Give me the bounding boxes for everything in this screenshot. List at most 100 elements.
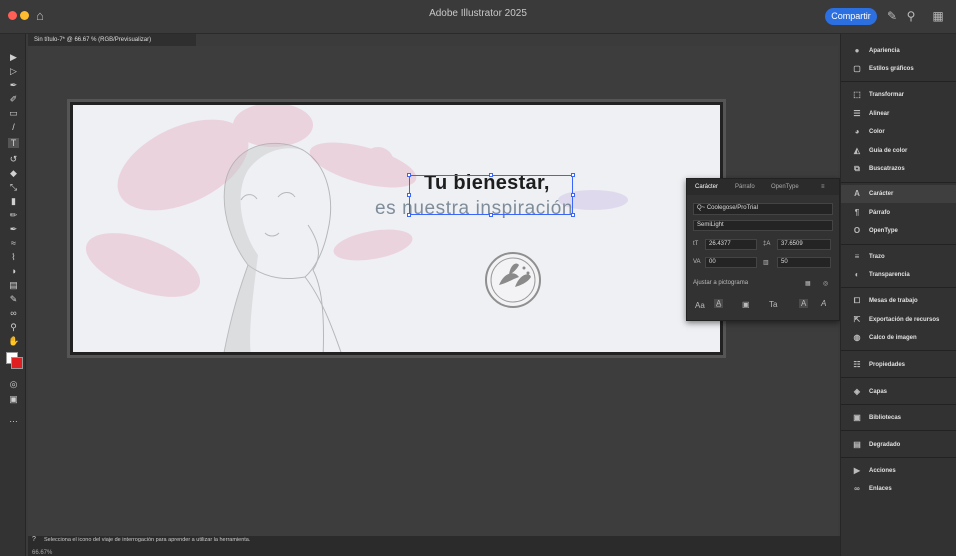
- workspace-icon[interactable]: ▦: [930, 8, 946, 24]
- panel-exportacion-de-recursos[interactable]: ⇱ Exportación de recursos: [841, 311, 956, 329]
- typo-a-icon[interactable]: A: [799, 299, 809, 308]
- brush-tool-icon[interactable]: ✒: [8, 224, 19, 234]
- more-tools-icon[interactable]: …: [8, 414, 19, 424]
- direct-selection-tool-icon[interactable]: ▷: [8, 66, 19, 76]
- shaper-tool-icon[interactable]: ◆: [8, 168, 19, 178]
- shape-builder-tool-icon[interactable]: ◑: [8, 266, 19, 276]
- pen-tool-icon[interactable]: ✒: [8, 80, 19, 90]
- panel-parrafo[interactable]: ¶ Párrafo: [841, 204, 956, 222]
- minimize-window-button[interactable]: [20, 11, 29, 20]
- panel-separator: [841, 430, 956, 431]
- share-button[interactable]: Compartir: [825, 8, 877, 25]
- rotate-tool-icon[interactable]: ↺: [8, 154, 19, 164]
- snap-options-icon[interactable]: ◎: [823, 280, 828, 287]
- font-size-field[interactable]: 26.4377: [705, 239, 757, 250]
- align-icon: ☰: [853, 109, 861, 118]
- selection-handle[interactable]: [489, 173, 493, 177]
- artboards-icon: ⧠: [853, 296, 861, 305]
- panel-calco-de-imagen[interactable]: ◍ Calco de imagen: [841, 329, 956, 347]
- panel-enlaces[interactable]: ∞ Enlaces: [841, 480, 956, 498]
- panel-opentype[interactable]: O OpenType: [841, 222, 956, 240]
- selection-handle[interactable]: [407, 213, 411, 217]
- snap-to-glyph-label: Ajustar a pictograma: [693, 280, 749, 286]
- type-tool-icon[interactable]: T: [8, 138, 19, 148]
- panel-transparencia[interactable]: ◐ Transparencia: [841, 266, 956, 284]
- line-tool-icon[interactable]: /: [8, 122, 19, 132]
- selection-handle[interactable]: [571, 193, 575, 197]
- panel-separator: [841, 182, 956, 183]
- tab-opentype[interactable]: OpenType: [771, 179, 799, 195]
- selection-handle[interactable]: [571, 213, 575, 217]
- zoom-level[interactable]: 66.67%: [32, 550, 52, 556]
- panel-buscatrazos[interactable]: ⧉ Buscatrazos: [841, 160, 956, 178]
- search-icon[interactable]: ⚲: [903, 8, 919, 24]
- tab-caracter[interactable]: Carácter: [695, 179, 718, 195]
- tab-parrafo[interactable]: Párrafo: [735, 179, 755, 195]
- panels-dock: ● Apariencia ▢ Estilos gráficos ⬚ Transform…: [840, 34, 956, 556]
- asset-export-icon: ⇱: [853, 315, 861, 324]
- panel-alinear[interactable]: ☰ Alinear: [841, 105, 956, 123]
- panel-apariencia[interactable]: ● Apariencia: [841, 42, 956, 60]
- panel-trazo[interactable]: ≡ Trazo: [841, 248, 956, 266]
- panel-transformar[interactable]: ⬚ Transformar: [841, 86, 956, 104]
- gradient-tool-icon[interactable]: ▤: [8, 280, 19, 290]
- draw-mode-icon[interactable]: ◎: [8, 379, 19, 389]
- home-icon[interactable]: ⌂: [36, 8, 52, 24]
- snap-glyph-icon[interactable]: ▦: [805, 280, 811, 287]
- typo-aa-icon[interactable]: Aa: [695, 301, 705, 310]
- leading-field[interactable]: 37.6509: [777, 239, 831, 250]
- typo-a-italic-icon[interactable]: A: [821, 299, 826, 308]
- selection-tool-icon[interactable]: ▶: [8, 52, 19, 62]
- panel-propiedades[interactable]: ☷ Propiedades: [841, 356, 956, 374]
- curvature-tool-icon[interactable]: ✐: [8, 94, 19, 104]
- rectangle-tool-icon[interactable]: ▭: [8, 108, 19, 118]
- panel-separator: [841, 350, 956, 351]
- panel-menu-icon[interactable]: ≡: [821, 179, 825, 195]
- panel-color[interactable]: ◕ Color: [841, 123, 956, 141]
- typo-box-icon[interactable]: ▣: [742, 300, 750, 309]
- brush-icon[interactable]: ✎: [884, 8, 900, 24]
- pencil-tool-icon[interactable]: ✏: [8, 210, 19, 220]
- text-selection-box[interactable]: [409, 175, 573, 215]
- transparency-icon: ◐: [854, 270, 860, 279]
- panel-capas[interactable]: ◈ Capas: [841, 383, 956, 401]
- tracking-icon: ▥: [763, 260, 769, 266]
- kerning-icon: VA: [693, 259, 701, 265]
- typo-ta-icon[interactable]: Ta: [769, 300, 777, 309]
- width-tool-icon[interactable]: ≈: [8, 238, 19, 248]
- blend-tool-icon[interactable]: ∞: [8, 308, 19, 318]
- panel-bibliotecas[interactable]: ▣ Bibliotecas: [841, 409, 956, 427]
- kerning-field[interactable]: 00: [705, 257, 757, 268]
- panel-separator: [841, 404, 956, 405]
- artboard[interactable]: [70, 102, 723, 355]
- warp-tool-icon[interactable]: ⌇: [8, 252, 19, 262]
- panel-guia-de-color[interactable]: ◭ Guía de color: [841, 142, 956, 160]
- eyedropper-tool-icon[interactable]: ✎: [8, 294, 19, 304]
- panel-acciones[interactable]: ▶ Acciones: [841, 462, 956, 480]
- links-icon: ∞: [854, 484, 860, 493]
- selection-handle[interactable]: [407, 173, 411, 177]
- image-trace-icon: ◍: [853, 333, 861, 342]
- panel-mesas-de-trabajo[interactable]: ⧠ Mesas de trabajo: [841, 292, 956, 310]
- panel-separator: [841, 81, 956, 82]
- close-window-button[interactable]: [8, 11, 17, 20]
- zoom-tool-icon[interactable]: ⚲: [8, 322, 19, 332]
- appearance-icon: ●: [854, 46, 860, 55]
- document-tab[interactable]: Sin título-7* @ 66.67 % (RGB/Previsualiz…: [28, 34, 196, 46]
- eraser-tool-icon[interactable]: ▮: [8, 196, 19, 206]
- scale-tool-icon[interactable]: ⤡: [8, 182, 19, 192]
- tracking-field[interactable]: 50: [777, 257, 831, 268]
- font-search-input[interactable]: Q~ Coolegose/ProTrial: [693, 203, 833, 215]
- screen-mode-icon[interactable]: ▣: [8, 394, 19, 404]
- hand-tool-icon[interactable]: ✋: [8, 336, 19, 346]
- selection-handle[interactable]: [571, 173, 575, 177]
- panel-caracter[interactable]: A Carácter: [841, 185, 956, 203]
- selection-handle[interactable]: [407, 193, 411, 197]
- selection-handle[interactable]: [489, 213, 493, 217]
- font-style-select[interactable]: SemiLight: [693, 220, 833, 231]
- help-icon[interactable]: ?: [32, 536, 36, 543]
- stroke-color-swatch[interactable]: [11, 357, 23, 369]
- panel-estilos-graficos[interactable]: ▢ Estilos gráficos: [841, 60, 956, 78]
- panel-degradado[interactable]: ▤ Degradado: [841, 436, 956, 454]
- typo-tracking-icon[interactable]: A̲: [714, 299, 724, 308]
